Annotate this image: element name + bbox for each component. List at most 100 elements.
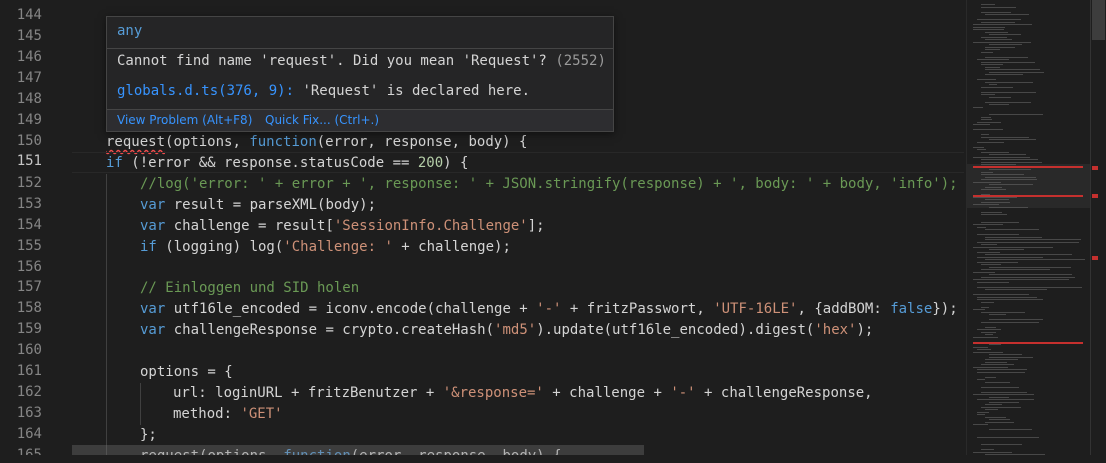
minimap[interactable]	[966, 0, 1091, 463]
hover-separator	[107, 48, 613, 49]
code-line-156[interactable]	[72, 258, 964, 279]
minimap-line	[973, 271, 995, 273]
minimap-line	[985, 254, 1072, 255]
quick-fix-button[interactable]: Quick Fix... (Ctrl+.)	[265, 113, 379, 127]
code-text: result = parseXML(body);	[165, 197, 377, 213]
line-number: 164	[16, 426, 42, 442]
minimap-line	[985, 404, 1002, 405]
code-line-163[interactable]: method: 'GET'	[72, 404, 964, 425]
indent-guide	[106, 216, 107, 237]
minimap-line	[973, 124, 990, 125]
minimap-line	[973, 146, 984, 148]
code-line-157[interactable]: // Einloggen und SID holen	[72, 278, 964, 299]
indent-guide	[106, 362, 107, 383]
comment: // Einloggen und SID holen	[140, 280, 360, 296]
keyword: if	[106, 155, 123, 171]
minimap-error-marker	[973, 342, 1083, 344]
minimap-line	[989, 396, 1009, 398]
minimap-line	[985, 381, 1010, 383]
code-line-152[interactable]: //log('error: ' + error + ', response: '…	[72, 174, 964, 195]
minimap-line	[977, 59, 1009, 60]
minimap-line	[977, 234, 1019, 235]
minimap-line	[977, 296, 1037, 298]
minimap-line	[985, 199, 1009, 200]
scrollbar-error-marker	[1092, 194, 1098, 198]
indent-guide	[106, 278, 107, 299]
line-number: 148	[16, 91, 42, 107]
minimap-line	[981, 331, 996, 333]
related-text: 'Request' is declared here.	[294, 83, 531, 99]
minimap-line	[985, 49, 1000, 50]
minimap-line	[977, 226, 986, 228]
related-location-link[interactable]: globals.d.ts(376, 9):	[117, 83, 294, 99]
minimap-line	[989, 139, 1036, 140]
code-line-164[interactable]: };	[72, 425, 964, 446]
indent-guide	[106, 195, 107, 216]
minimap-line	[973, 224, 1003, 225]
string-literal: '-'	[536, 301, 562, 317]
code-line-160[interactable]	[72, 341, 964, 362]
minimap-line	[985, 229, 1039, 230]
keyword: var	[140, 197, 166, 213]
minimap-line	[989, 206, 1028, 208]
code-line-153[interactable]: var result = parseXML(body);	[72, 195, 964, 216]
minimap-line	[989, 96, 1011, 98]
minimap-line	[981, 4, 995, 5]
minimap-line	[985, 409, 998, 410]
minimap-error-marker	[973, 166, 1083, 168]
error-token-request[interactable]: request	[106, 134, 165, 150]
minimap-line	[981, 321, 1039, 323]
code-line-161[interactable]: options = {	[72, 362, 964, 383]
view-problem-button[interactable]: View Problem (Alt+F8)	[117, 113, 252, 127]
code-text: (!error && response.statusCode ==	[122, 155, 418, 171]
minimap-line	[985, 236, 1042, 238]
minimap-line	[989, 184, 1033, 185]
scrollbar-thumb[interactable]	[1092, 0, 1105, 40]
hover-actions-bar: View Problem (Alt+F8) Quick Fix... (Ctrl…	[107, 109, 613, 131]
minimap-line	[977, 436, 1039, 438]
minimap-line	[973, 336, 998, 338]
minimap-line	[989, 419, 1010, 420]
line-number: 163	[16, 405, 42, 421]
code-line-154[interactable]: var challenge = result['SessionInfo.Chal…	[72, 216, 964, 237]
minimap-line	[989, 249, 1024, 250]
minimap-line	[973, 394, 1034, 395]
minimap-line	[973, 246, 1053, 248]
minimap-line	[985, 359, 1018, 360]
minimap-line	[981, 134, 989, 135]
code-line-158[interactable]: var utf16le_encoded = iconv.encode(chall…	[72, 299, 964, 320]
code-text: + challengeResponse,	[695, 385, 873, 401]
minimap-line	[985, 66, 1000, 68]
minimap-line	[981, 444, 1022, 445]
code-line-162[interactable]: url: loginURL + fritzBenutzer + '&respon…	[72, 383, 964, 404]
string-literal: 'UTF-16LE'	[713, 301, 798, 317]
code-line-159[interactable]: var challengeResponse = crypto.createHas…	[72, 320, 964, 341]
minimap-line	[977, 141, 1004, 143]
code-text: (options,	[165, 134, 250, 150]
minimap-line	[985, 74, 1023, 75]
minimap-line	[981, 264, 1001, 265]
minimap-line	[985, 259, 1085, 260]
minimap-line	[989, 356, 1033, 358]
minimap-line	[981, 391, 1027, 393]
minimap-line	[985, 39, 1012, 40]
code-line-151[interactable]: if (!error && response.statusCode == 200…	[72, 152, 964, 173]
horizontal-scrollbar-thumb[interactable]	[72, 445, 644, 455]
line-number: 146	[16, 49, 42, 65]
code-text: , {addBOM:	[797, 301, 891, 317]
keyword: var	[140, 218, 166, 234]
minimap-line	[977, 256, 1043, 258]
minimap-line	[985, 186, 1002, 188]
vertical-scrollbar[interactable]	[1090, 0, 1106, 463]
line-number: 149	[16, 112, 42, 128]
minimap-line	[977, 149, 986, 150]
indent-guide	[106, 237, 107, 258]
code-line-150[interactable]: request(options, function(error, respons…	[72, 132, 964, 153]
code-editor[interactable]: 144 145 146 147 148 149 150 151 152 153 154 155 156 1…	[0, 0, 1106, 463]
indent-guide	[106, 258, 107, 279]
minimap-line	[985, 14, 1029, 15]
minimap-line	[985, 289, 1047, 290]
code-line-155[interactable]: if (logging) log('Challenge: ' + challen…	[72, 237, 964, 258]
line-number: 153	[16, 196, 42, 212]
minimap-line	[973, 424, 988, 425]
